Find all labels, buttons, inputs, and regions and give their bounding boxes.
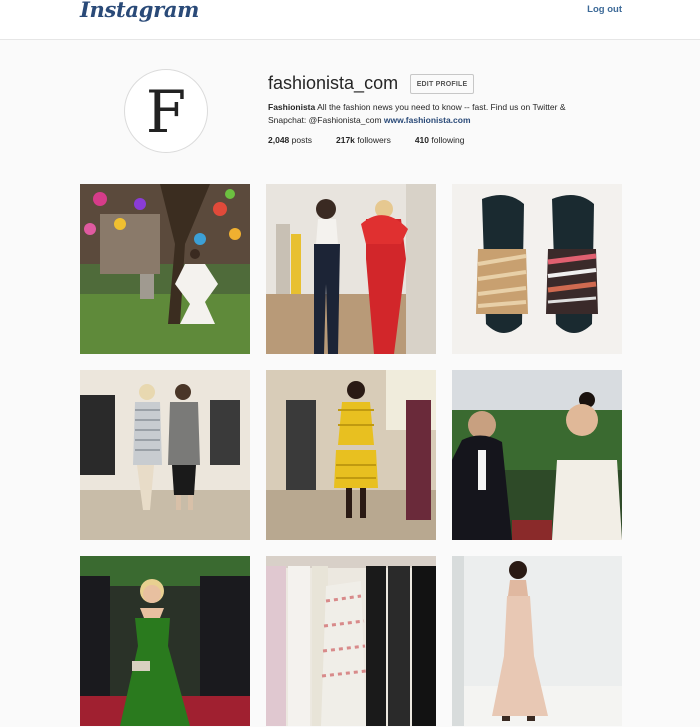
- bio-website-link[interactable]: www.fashionista.com: [384, 115, 471, 125]
- post-thumbnail[interactable]: [80, 370, 250, 540]
- edit-profile-button[interactable]: EDIT PROFILE: [410, 74, 474, 94]
- stat-followers[interactable]: 217k followers: [336, 135, 391, 145]
- avatar-letter: F: [145, 78, 187, 146]
- photo-runway-red-ruffle-dress: [266, 184, 436, 354]
- photo-metallic-sandals: [452, 184, 622, 354]
- followers-count: 217k: [335, 135, 355, 145]
- instagram-logo[interactable]: Instagram: [80, 0, 199, 22]
- photo-yellow-lace-dress: [266, 370, 436, 540]
- post-thumbnail[interactable]: [452, 556, 622, 726]
- bio-handle: @Fashionista_com: [308, 115, 382, 125]
- post-thumbnail[interactable]: [80, 184, 250, 354]
- post-thumbnail[interactable]: [452, 184, 622, 354]
- profile-username: fashionista_com: [268, 73, 399, 93]
- profile-stats: 2,048 posts 217k followers 410 following: [268, 135, 488, 145]
- posts-count: 2,048: [268, 135, 290, 145]
- post-thumbnail[interactable]: [80, 556, 250, 726]
- logout-link[interactable]: Log out: [587, 4, 622, 15]
- followers-label: followers: [357, 135, 391, 145]
- photo-garden-white-dress: [80, 184, 250, 354]
- posts-label: posts: [291, 135, 312, 145]
- top-navigation-bar: Instagram Log out: [0, 0, 700, 40]
- post-thumbnail[interactable]: [266, 184, 436, 354]
- photo-two-models-showroom: [80, 370, 250, 540]
- following-count: 410: [414, 135, 430, 145]
- stat-posts: 2,048 posts: [268, 135, 312, 145]
- profile-avatar[interactable]: F: [124, 69, 208, 153]
- photo-red-carpet-interview: [452, 370, 622, 540]
- post-thumbnail[interactable]: [266, 370, 436, 540]
- following-label: following: [431, 135, 465, 145]
- photo-clothing-rack: [266, 556, 436, 726]
- stat-following[interactable]: 410 following: [415, 135, 465, 145]
- post-thumbnail[interactable]: [452, 370, 622, 540]
- photo-slip-dress-studio: [452, 556, 622, 726]
- photo-green-strapless-gown: [80, 556, 250, 726]
- bio-name: Fashionista: [268, 102, 316, 112]
- post-thumbnail[interactable]: [266, 556, 436, 726]
- profile-bio: Fashionista All the fashion news you nee…: [268, 101, 598, 127]
